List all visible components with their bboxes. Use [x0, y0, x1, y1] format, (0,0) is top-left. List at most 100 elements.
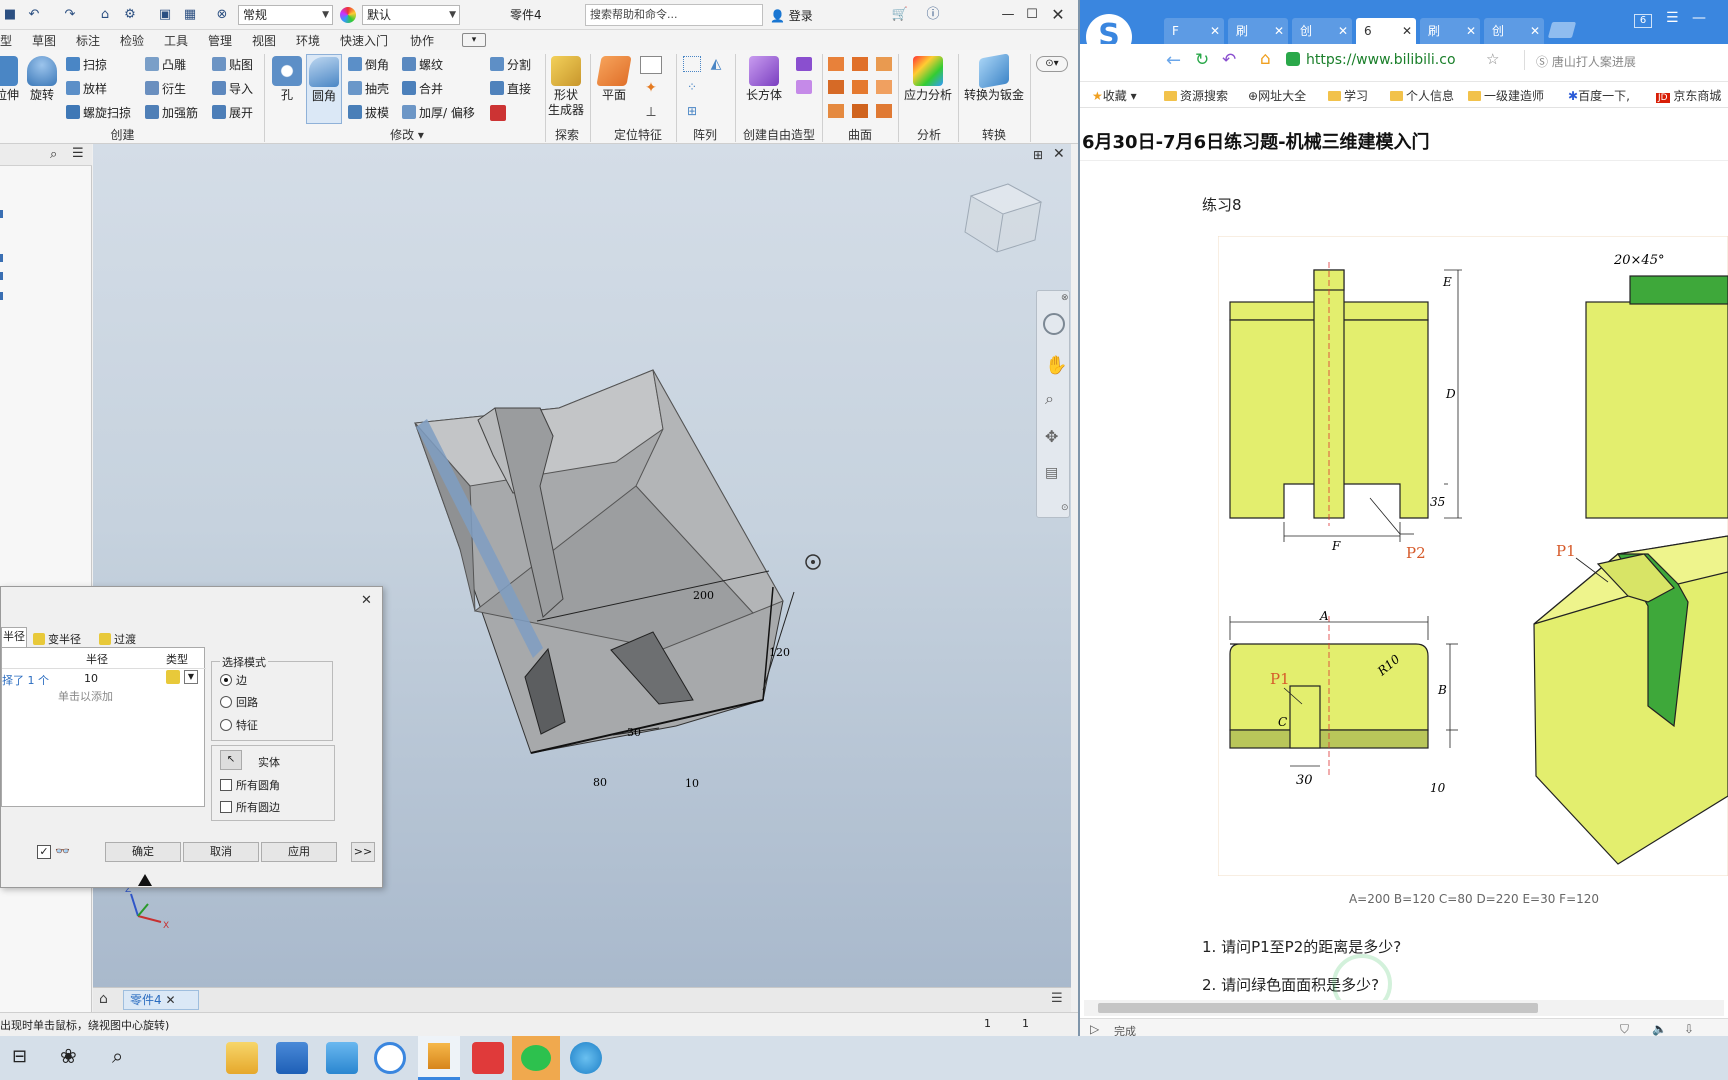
- mode-edge[interactable]: 边: [220, 672, 247, 688]
- clear-icon[interactable]: ⊗: [212, 5, 232, 25]
- style-combo[interactable]: 常规 ▼: [238, 5, 333, 25]
- home-icon[interactable]: ⌂: [95, 5, 115, 25]
- redo-icon[interactable]: ↷: [60, 5, 80, 25]
- dim-10[interactable]: 10: [685, 777, 699, 790]
- edge-table[interactable]: 半径 类型 择了 1 个 10 ▼ 单击以添加: [1, 647, 206, 807]
- tab-options-icon[interactable]: ▾: [462, 33, 486, 47]
- bookmark-personal[interactable]: 个人信息: [1390, 87, 1454, 104]
- surface-trim-icon[interactable]: [852, 80, 868, 94]
- all-rounds-checkbox[interactable]: [220, 801, 232, 813]
- dialog-expand-icon[interactable]: [138, 874, 152, 886]
- search-box[interactable]: Ⓢ 唐山打人案进展: [1536, 53, 1636, 70]
- navbar-close-icon[interactable]: ⊗: [1061, 293, 1069, 303]
- bookmark-favorites[interactable]: ★收藏 ▾: [1092, 87, 1137, 104]
- inventor-taskbar-active[interactable]: [418, 1036, 460, 1080]
- tab-constant-radius[interactable]: 半径: [1, 627, 27, 647]
- bookmark-site-directory[interactable]: ⊕网址大全: [1248, 87, 1306, 104]
- dialog-close-icon[interactable]: ✕: [361, 593, 372, 608]
- select-icon[interactable]: ▣: [155, 5, 175, 25]
- download-icon[interactable]: ⇩: [1684, 1022, 1694, 1036]
- extrude-button[interactable]: 拉伸: [0, 56, 20, 103]
- freeform-convert-icon[interactable]: [796, 80, 812, 94]
- bookmark-resource-search[interactable]: 资源搜索: [1164, 87, 1228, 104]
- browser-tab-3[interactable]: 创 ✕: [1292, 18, 1352, 44]
- delete-face-icon[interactable]: [490, 105, 506, 121]
- browser-minimize-icon[interactable]: —: [1692, 10, 1706, 26]
- tab-tools[interactable]: 工具: [164, 32, 188, 49]
- help-icon[interactable]: ⓘ: [923, 5, 943, 25]
- orbit-icon[interactable]: ✥: [1045, 427, 1058, 446]
- split-button[interactable]: 分割: [490, 57, 531, 73]
- menu-icon[interactable]: ☰: [72, 146, 84, 161]
- bookmark-constructor[interactable]: 一级建造师: [1468, 87, 1544, 104]
- surface-sculpt-icon[interactable]: [876, 57, 892, 71]
- browser-menu-icon[interactable]: ☰: [1666, 10, 1679, 26]
- unfold-button[interactable]: 展开: [212, 105, 253, 121]
- browser-tab-5[interactable]: 刷 ✕: [1420, 18, 1480, 44]
- point-icon[interactable]: ✦: [640, 80, 662, 98]
- mode-feature[interactable]: 特征: [220, 717, 258, 733]
- preview-checkbox[interactable]: ✓: [37, 845, 51, 859]
- app-icon[interactable]: ❀: [60, 1044, 77, 1068]
- more-button[interactable]: >>: [351, 842, 375, 862]
- search-icon[interactable]: ⌕: [50, 147, 57, 162]
- bookmark-jd[interactable]: JD 京东商城: [1656, 87, 1721, 104]
- direct-button[interactable]: 直接: [490, 81, 531, 97]
- preview-glasses-icon[interactable]: 👓: [55, 844, 70, 858]
- stress-analysis-button[interactable]: 应力分析: [902, 56, 954, 103]
- zoom-icon[interactable]: ⌕: [1045, 389, 1054, 409]
- fillet-type-icon[interactable]: [166, 670, 180, 684]
- appearance-combo[interactable]: 默认 ▼: [362, 5, 460, 25]
- undo-icon[interactable]: ↶: [24, 5, 44, 25]
- navbar-options-icon[interactable]: ⊙: [1061, 503, 1069, 513]
- play-icon[interactable]: ▷: [1090, 1022, 1099, 1036]
- qq-icon[interactable]: [570, 1042, 602, 1074]
- freeform-face-icon[interactable]: [796, 57, 812, 71]
- sogou-browser-icon[interactable]: [374, 1042, 406, 1074]
- bird-app-icon[interactable]: [326, 1042, 358, 1074]
- undo-close-icon[interactable]: ↶: [1222, 50, 1236, 70]
- ucs-icon[interactable]: ⟂: [640, 104, 662, 122]
- tab-inspect[interactable]: 检验: [120, 32, 144, 49]
- radio-edge[interactable]: [220, 674, 232, 686]
- rectangular-pattern-icon[interactable]: [683, 56, 701, 72]
- surface-extend-icon[interactable]: [876, 80, 892, 94]
- surface-repair-icon[interactable]: [852, 104, 868, 118]
- back-icon[interactable]: ←: [1166, 50, 1181, 71]
- draft-button[interactable]: 拔模: [348, 105, 389, 121]
- browser-tab-1[interactable]: F ✕: [1164, 18, 1224, 44]
- update-icon[interactable]: ⚙: [120, 5, 140, 25]
- radio-loop[interactable]: [220, 696, 232, 708]
- browser-tab-2[interactable]: 刷 ✕: [1228, 18, 1288, 44]
- steering-wheel-icon[interactable]: [1043, 313, 1065, 335]
- all-rounds-option[interactable]: 所有圆边: [220, 799, 280, 815]
- close-icon[interactable]: ✕: [1048, 5, 1068, 25]
- dim-120[interactable]: 120: [769, 646, 790, 659]
- speed-widget-icon[interactable]: [1332, 954, 1392, 1000]
- sound-icon[interactable]: 🔈: [1652, 1022, 1667, 1036]
- pan-icon[interactable]: ✋: [1045, 355, 1067, 376]
- minimize-icon[interactable]: —: [998, 5, 1018, 25]
- revolve-button[interactable]: 旋转: [24, 56, 60, 103]
- refresh-icon[interactable]: ↻: [1195, 50, 1209, 70]
- tab-annotate[interactable]: 标注: [76, 32, 100, 49]
- group-modify[interactable]: 修改 ▾: [382, 126, 432, 143]
- dim-200[interactable]: 200: [693, 589, 714, 602]
- tab-setback[interactable]: 过渡: [99, 631, 136, 647]
- cart-icon[interactable]: 🛒: [890, 5, 910, 25]
- browser-tab-active[interactable]: 6 ✕: [1356, 18, 1416, 44]
- bookmark-baidu[interactable]: ✱百度一下,: [1568, 87, 1630, 104]
- import-button[interactable]: 导入: [212, 81, 253, 97]
- thread-button[interactable]: 螺纹: [402, 57, 443, 73]
- click-to-add[interactable]: 单击以添加: [58, 688, 113, 704]
- radius-value[interactable]: 10: [84, 672, 98, 685]
- browser-tab-6[interactable]: 创 ✕: [1484, 18, 1544, 44]
- bookmark-star-icon[interactable]: ☆: [1486, 50, 1499, 68]
- chamfer-button[interactable]: 倒角: [348, 57, 389, 73]
- tab-get-started[interactable]: 快速入门: [340, 32, 388, 49]
- surface-ruled-icon[interactable]: [828, 80, 844, 94]
- convert-sheetmetal-button[interactable]: 转换为钣金: [962, 53, 1026, 103]
- tabs-menu-icon[interactable]: ☰: [1051, 991, 1063, 1006]
- shell-button[interactable]: 抽壳: [348, 81, 389, 97]
- horizontal-scrollbar[interactable]: [1084, 1000, 1724, 1016]
